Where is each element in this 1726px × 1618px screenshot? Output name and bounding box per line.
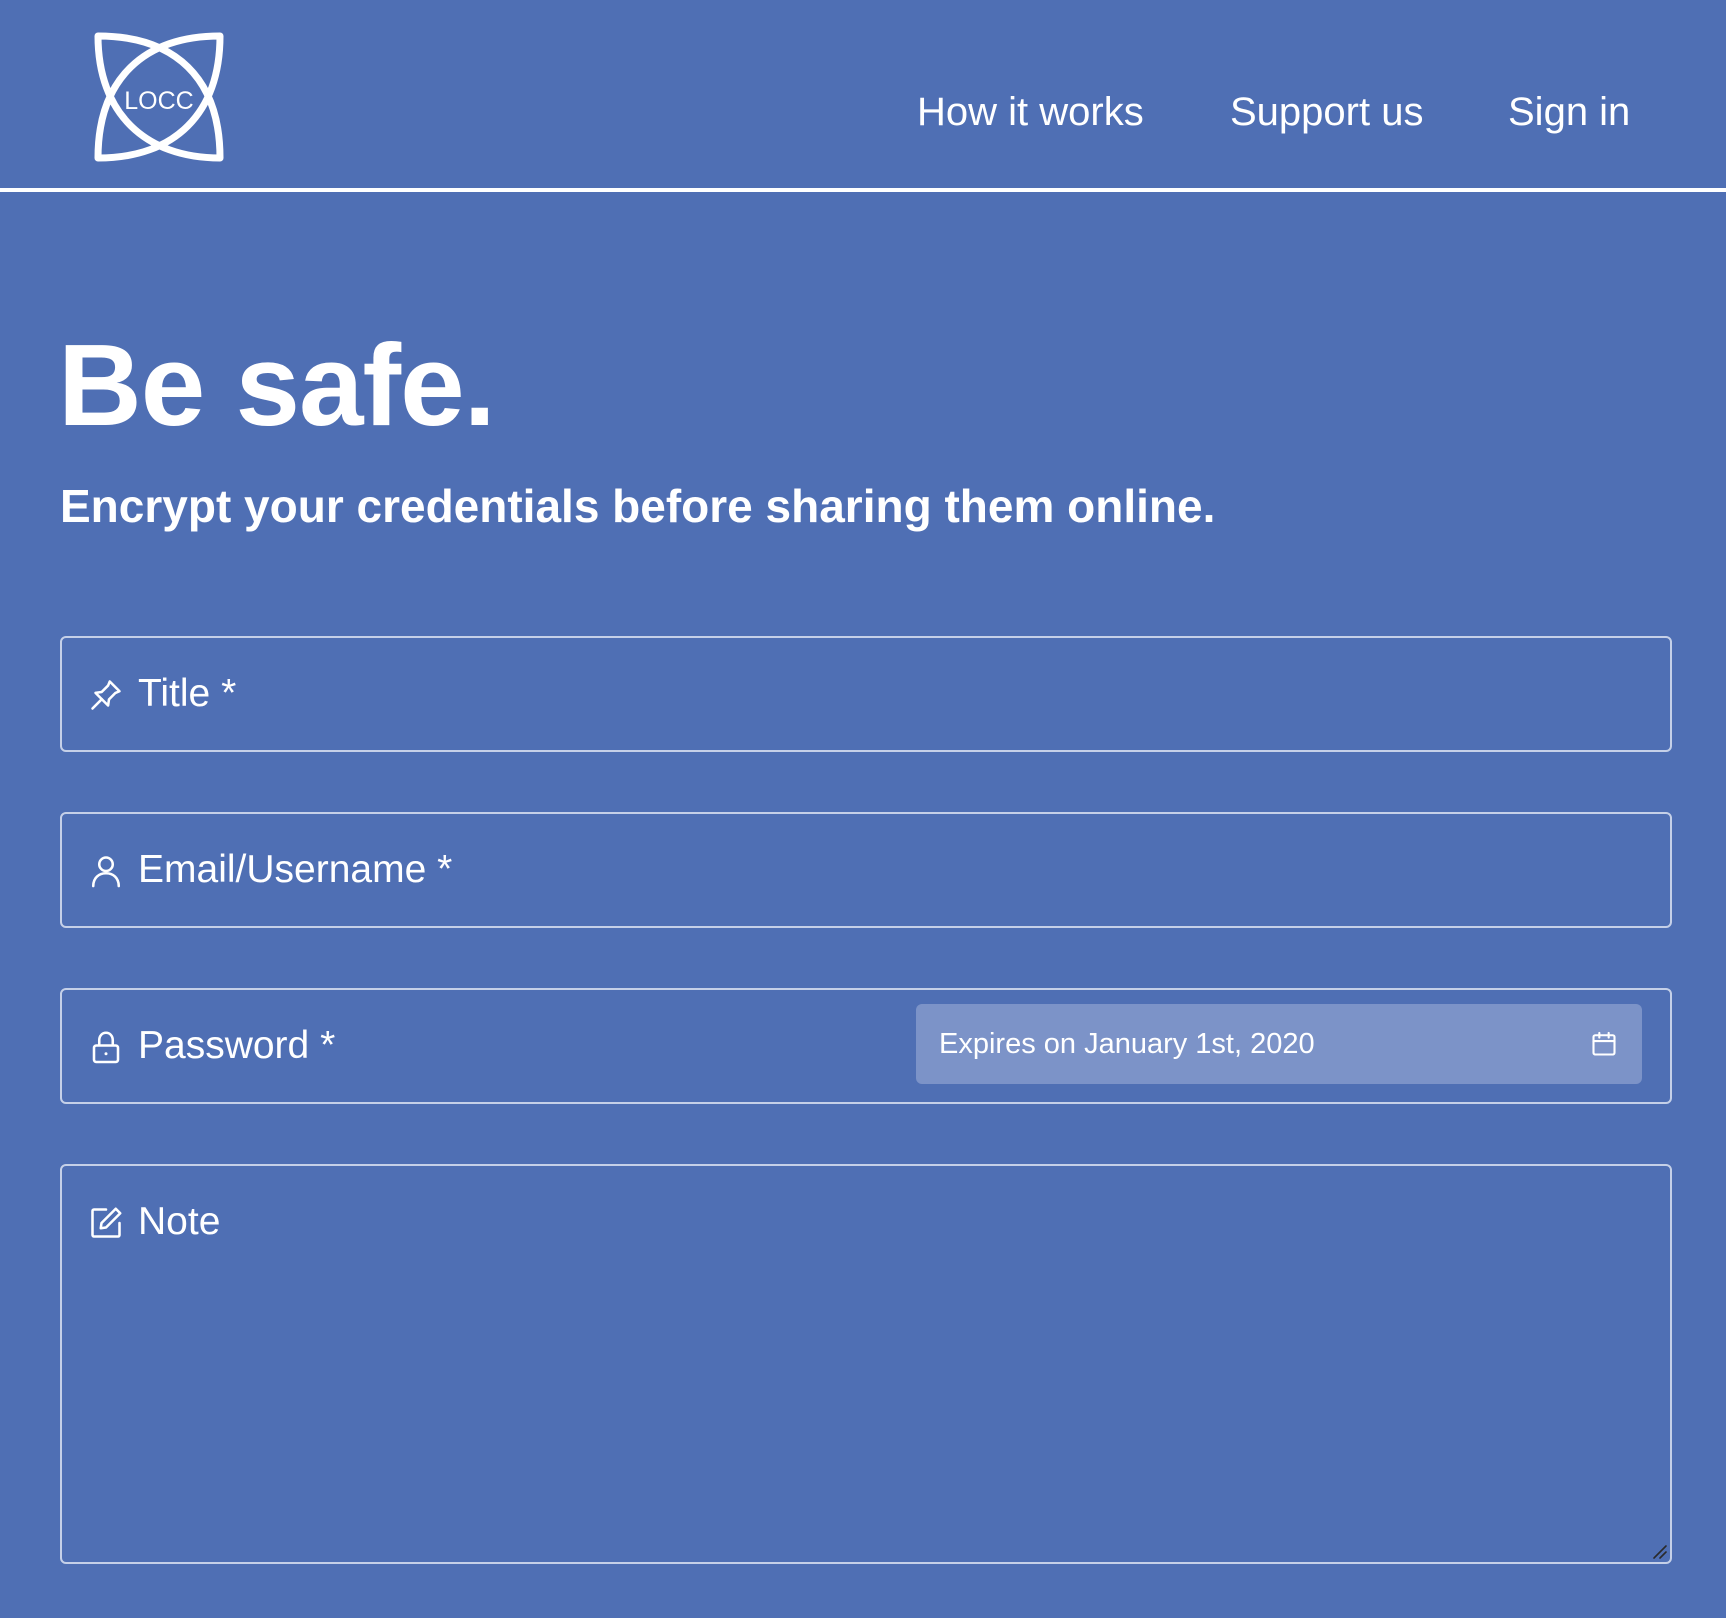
logo-icon: LOCC <box>94 32 224 162</box>
nav-sign-in[interactable]: Sign in <box>1508 86 1630 138</box>
pin-icon <box>88 677 124 713</box>
password-label: Password * <box>138 1024 336 1067</box>
hero-title: Be safe. <box>58 320 496 450</box>
hero-subtitle: Encrypt your credentials before sharing … <box>60 480 1216 532</box>
expiry-date-picker[interactable]: Expires on January 1st, 2020 <box>916 1004 1642 1084</box>
resize-handle-icon[interactable] <box>1650 1542 1668 1560</box>
site-header: LOCC How it works Support us Sign in <box>0 0 1726 192</box>
email-username-field[interactable]: Email/Username * <box>60 812 1672 928</box>
note-label: Note <box>138 1200 221 1243</box>
edit-icon <box>88 1205 124 1241</box>
logo-text: LOCC <box>124 87 193 115</box>
email-username-label: Email/Username * <box>138 848 453 891</box>
locc-logo[interactable]: LOCC <box>90 28 230 163</box>
expiry-date-text: Expires on January 1st, 2020 <box>939 1028 1315 1060</box>
calendar-icon[interactable] <box>1590 1030 1618 1058</box>
title-field[interactable]: Title * <box>60 636 1672 752</box>
password-field[interactable]: Password * Expires on January 1st, 2020 <box>60 988 1672 1104</box>
lock-icon <box>88 1029 124 1065</box>
title-label: Title * <box>138 672 237 715</box>
nav-how-it-works[interactable]: How it works <box>917 86 1144 138</box>
user-icon <box>88 853 124 889</box>
note-textarea[interactable]: Note <box>60 1164 1672 1564</box>
nav-support-us[interactable]: Support us <box>1230 86 1423 138</box>
